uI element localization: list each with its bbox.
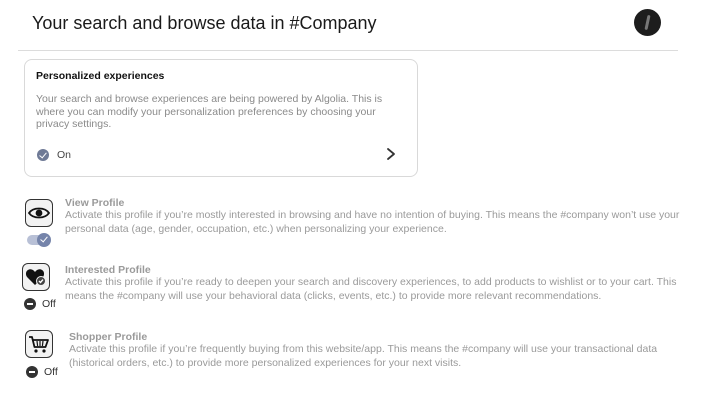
profile-description: Activate this profile if you’re ready to… bbox=[65, 276, 677, 302]
toggle-state-label: Off bbox=[42, 298, 56, 310]
profile-description: Activate this profile if you’re frequent… bbox=[69, 343, 658, 369]
card-description: Your search and browse experiences are b… bbox=[36, 93, 383, 130]
toggle-state-label: Off bbox=[44, 366, 58, 378]
user-avatar[interactable] bbox=[634, 9, 661, 36]
view-profile-toggle[interactable] bbox=[27, 233, 51, 247]
header: Your search and browse data in #Company bbox=[0, 0, 713, 52]
heart-check-icon bbox=[22, 263, 50, 291]
interested-profile: Interested Profile Activate this profile… bbox=[0, 260, 713, 320]
eye-icon bbox=[25, 199, 53, 227]
minus-circle-icon bbox=[26, 366, 38, 378]
view-profile: View Profile Activate this profile if yo… bbox=[0, 193, 713, 253]
status-label: On bbox=[57, 149, 72, 161]
card-title: Personalized experiences bbox=[36, 70, 165, 82]
page-title: Your search and browse data in #Company bbox=[32, 13, 377, 33]
toggle-knob-check-icon bbox=[37, 233, 51, 247]
profile-title: Shopper Profile bbox=[69, 331, 148, 343]
check-circle-icon bbox=[37, 149, 49, 161]
interested-profile-toggle[interactable]: Off bbox=[24, 297, 56, 311]
header-divider bbox=[18, 50, 678, 51]
personalized-experiences-card[interactable]: Personalized experiences Your search and… bbox=[24, 59, 418, 177]
profile-title: View Profile bbox=[65, 197, 125, 209]
shopper-profile: Shopper Profile Activate this profile if… bbox=[0, 327, 713, 387]
personalization-status: On bbox=[37, 148, 71, 162]
profile-description: Activate this profile if you’re mostly i… bbox=[65, 209, 680, 235]
minus-circle-icon bbox=[24, 298, 36, 310]
profile-title: Interested Profile bbox=[65, 264, 151, 276]
shopper-profile-toggle[interactable]: Off bbox=[26, 365, 58, 379]
shopping-cart-icon bbox=[25, 330, 53, 358]
chevron-right-icon[interactable] bbox=[384, 146, 398, 162]
